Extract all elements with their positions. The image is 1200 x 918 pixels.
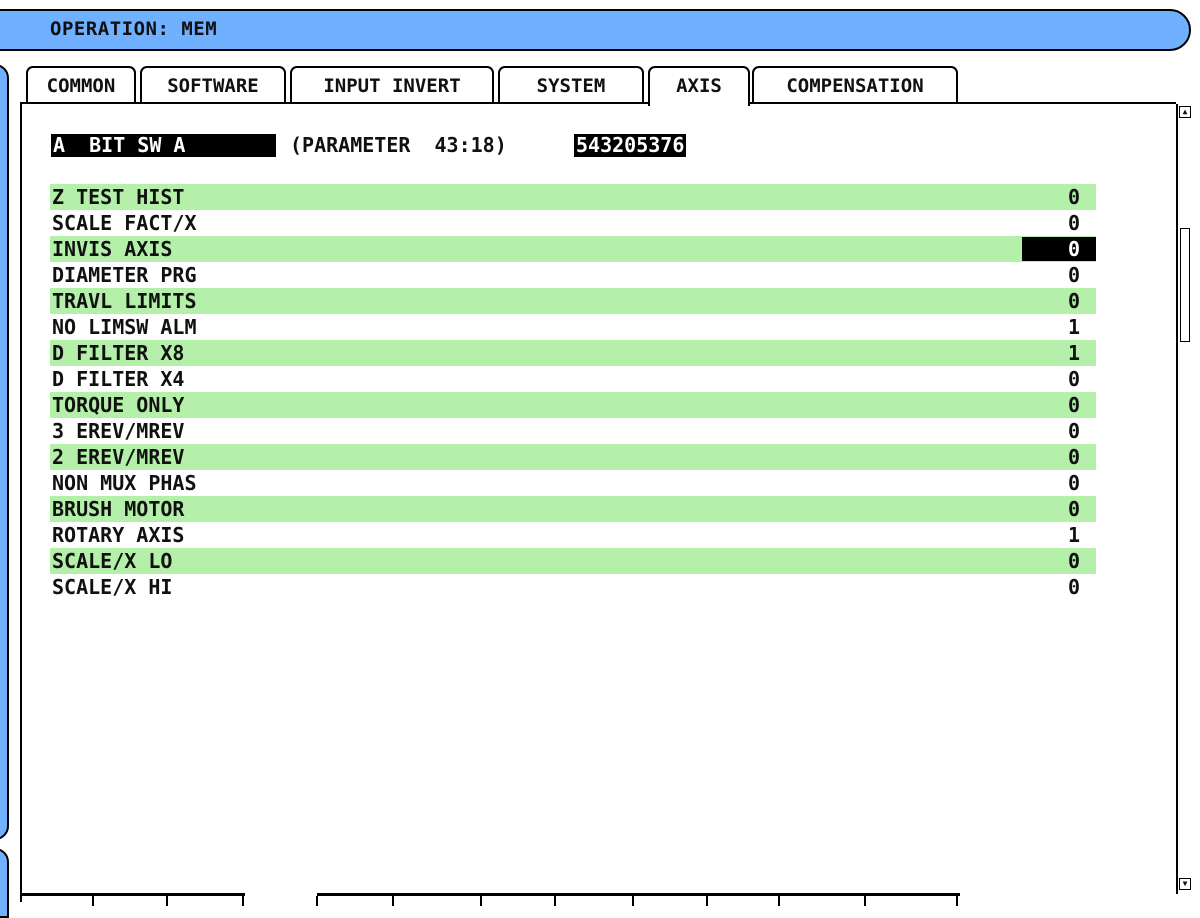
parameter-row[interactable]: Z TEST HIST 0: [50, 184, 1096, 210]
softkey-gap: [245, 893, 317, 897]
parameter-row-label: 2 EREV/MREV: [52, 445, 185, 469]
parameter-row[interactable]: 3 EREV/MREV 0: [50, 418, 1096, 444]
softkey-divider: [316, 896, 318, 906]
softkey-divider: [778, 896, 780, 906]
parameter-row-label: BRUSH MOTOR: [52, 497, 185, 521]
parameter-row[interactable]: BRUSH MOTOR 0: [50, 496, 1096, 522]
parameter-row[interactable]: SCALE FACT/X 0: [50, 210, 1096, 236]
parameter-row-value[interactable]: 0: [1068, 366, 1080, 392]
parameter-row-value[interactable]: 0: [1068, 210, 1080, 236]
vertical-scrollbar[interactable]: ▲ ▼: [1176, 104, 1191, 894]
operation-title-bar: OPERATION: MEM: [0, 9, 1191, 51]
left-side-rail: [0, 64, 9, 840]
softkey-divider: [92, 896, 94, 906]
scroll-thumb[interactable]: [1180, 228, 1190, 342]
tab-system[interactable]: SYSTEM: [498, 66, 644, 104]
softkey-divider: [392, 896, 394, 906]
tab-input-invert[interactable]: INPUT INVERT: [290, 66, 494, 104]
softkey-divider: [632, 896, 634, 906]
softkey-divider: [554, 896, 556, 906]
parameter-row[interactable]: D FILTER X4 0: [50, 366, 1096, 392]
softkey-divider: [242, 896, 244, 906]
parameter-row-value[interactable]: 0: [1068, 392, 1080, 418]
parameter-row[interactable]: SCALE/X LO 0: [50, 548, 1096, 574]
parameter-row-value[interactable]: 0: [1068, 444, 1080, 470]
left-side-rail-lower: [0, 848, 9, 918]
parameter-row[interactable]: TORQUE ONLY 0: [50, 392, 1096, 418]
scroll-up-arrow-icon[interactable]: ▲: [1179, 106, 1191, 118]
operation-mode-label: OPERATION: MEM: [50, 18, 218, 40]
parameter-row-value[interactable]: 0: [1068, 418, 1080, 444]
tab-common[interactable]: COMMON: [26, 66, 136, 104]
parameter-row-label: INVIS AXIS: [52, 237, 173, 261]
scroll-down-arrow-icon[interactable]: ▼: [1179, 878, 1191, 890]
parameter-row-value[interactable]: 0: [1068, 548, 1080, 574]
parameter-name: A BIT SW A: [51, 134, 276, 157]
parameter-row-value[interactable]: 0: [1068, 496, 1080, 522]
parameter-row-label: SCALE/X LO: [52, 549, 173, 573]
parameter-row[interactable]: NON MUX PHAS 0: [50, 470, 1096, 496]
tab-software[interactable]: SOFTWARE: [140, 66, 286, 104]
softkey-bar: [20, 893, 960, 906]
tab-compensation[interactable]: COMPENSATION: [752, 66, 958, 104]
parameter-row-label: NON MUX PHAS: [52, 471, 197, 495]
parameter-row[interactable]: ROTARY AXIS 1: [50, 522, 1096, 548]
parameter-number: (PARAMETER 43:18): [290, 133, 507, 157]
parameter-row[interactable]: NO LIMSW ALM 1: [50, 314, 1096, 340]
parameter-row-label: DIAMETER PRG: [52, 263, 197, 287]
parameter-row-value[interactable]: 1: [1068, 522, 1080, 548]
softkey-divider: [480, 896, 482, 906]
parameter-row-label: D FILTER X8: [52, 341, 185, 365]
parameter-row-label: TORQUE ONLY: [52, 393, 185, 417]
parameter-row-value[interactable]: 0: [1068, 574, 1080, 600]
parameter-row-label: Z TEST HIST: [52, 185, 185, 209]
parameter-row-label: D FILTER X4: [52, 367, 185, 391]
parameter-row-label: 3 EREV/MREV: [52, 419, 185, 443]
parameter-row[interactable]: DIAMETER PRG 0: [50, 262, 1096, 288]
parameter-row-value[interactable]: 1: [1068, 340, 1080, 366]
parameter-row-label: TRAVL LIMITS: [52, 289, 197, 313]
parameter-row[interactable]: TRAVL LIMITS 0: [50, 288, 1096, 314]
parameter-row-value[interactable]: 0: [1068, 288, 1080, 314]
parameter-row-value[interactable]: 0: [1068, 262, 1080, 288]
softkey-divider: [864, 896, 866, 906]
tab-axis[interactable]: AXIS: [648, 66, 750, 109]
parameter-value[interactable]: 543205376: [574, 134, 687, 157]
softkey-divider: [706, 896, 708, 906]
parameter-row-value[interactable]: 0: [1068, 184, 1080, 210]
softkey-divider: [166, 896, 168, 906]
parameter-row-value[interactable]: 1: [1068, 314, 1080, 340]
parameter-row[interactable]: 2 EREV/MREV 0: [50, 444, 1096, 470]
parameter-row-value[interactable]: 0: [1068, 470, 1080, 496]
parameter-row-label: SCALE/X HI: [52, 575, 173, 599]
parameter-row-label: ROTARY AXIS: [52, 523, 185, 547]
parameter-row[interactable]: INVIS AXIS 0: [50, 236, 1096, 262]
parameter-row-label: NO LIMSW ALM: [52, 315, 197, 339]
parameter-row-label: SCALE FACT/X: [52, 211, 197, 235]
parameter-row[interactable]: D FILTER X8 1: [50, 340, 1096, 366]
bit-switch-list: Z TEST HIST 0 SCALE FACT/X 0 INVIS AXIS 0 DIAM…: [50, 184, 1096, 600]
parameter-row[interactable]: SCALE/X HI 0: [50, 574, 1096, 600]
parameter-row-value-selected[interactable]: 0: [1022, 237, 1096, 261]
softkey-divider: [956, 896, 958, 906]
